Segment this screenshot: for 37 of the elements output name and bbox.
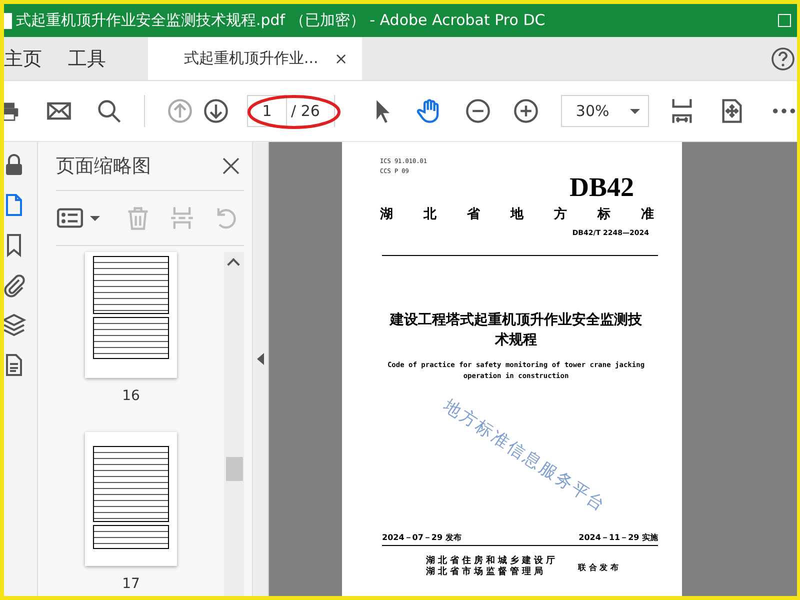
standard-category: 湖 北 省 地 方 标 准 [380, 206, 654, 224]
close-icon[interactable] [221, 156, 241, 176]
caret-icon [630, 108, 640, 114]
zoom-in-icon[interactable] [512, 98, 539, 124]
scrollbar[interactable] [224, 252, 244, 596]
standard-code: DB42 [569, 173, 634, 201]
watermark-text: 地方标准信息服务平台 [439, 394, 611, 517]
issue-date: 2024－07－29 发布 [382, 532, 462, 543]
window-title: 式起重机顶升作业安全监测技术规程.pdf （已加密） - Adobe Acrobat Pro DC [16, 11, 546, 30]
tab-label[interactable]: 主页 [4, 46, 42, 72]
tab[interactable]: 式起重机顶升作业... × [148, 37, 362, 80]
tab-label[interactable]: 工具 [68, 46, 106, 72]
caret-icon[interactable] [90, 216, 100, 220]
tab[interactable]: 主页 [4, 37, 68, 80]
document-title: 建设工程塔式起重机顶升作业安全监测技术规程 [388, 310, 643, 350]
close-tab-button[interactable]: × [334, 49, 348, 68]
search-icon[interactable] [96, 98, 122, 124]
zoom-dropdown[interactable]: 30% [560, 95, 649, 127]
tab[interactable]: 工具 [68, 37, 120, 80]
paperclip-icon[interactable] [4, 272, 26, 298]
page-number-field[interactable]: 1 [247, 95, 287, 127]
zoom-out-icon[interactable] [464, 98, 491, 124]
page-thumbnail[interactable] [85, 432, 177, 566]
scrollbar-thumb[interactable] [226, 457, 243, 481]
help-icon[interactable] [771, 46, 795, 70]
page-number-label: 17 [122, 576, 140, 592]
effective-date: 2024－11－29 实施 [578, 532, 658, 543]
page-number-label: 16 [122, 388, 140, 404]
tab-label[interactable]: 式起重机顶升作业... [184, 49, 318, 68]
issuer-name: 湖北省市场监督管理局 [426, 567, 547, 578]
page-count: / 26 [291, 102, 320, 120]
layers-icon[interactable] [4, 312, 26, 338]
maximize-button[interactable] [778, 14, 791, 27]
panel-title: 页面缩略图 [56, 154, 151, 179]
joint-issue-label: 联 合 发 布 [578, 562, 618, 572]
page-thumbnail[interactable] [85, 252, 177, 378]
issuer-name: 湖北省住房和城乡建设厅 [426, 556, 558, 566]
